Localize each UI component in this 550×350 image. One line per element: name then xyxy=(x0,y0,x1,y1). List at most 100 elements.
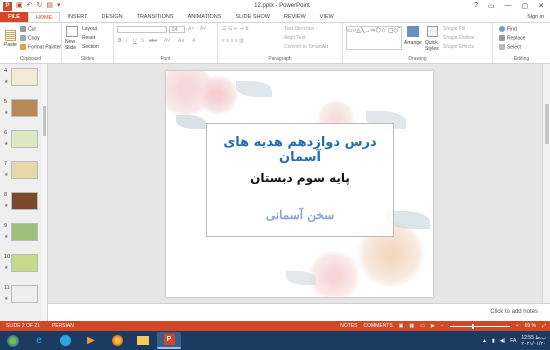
replace-button[interactable]: Replace xyxy=(499,35,525,41)
thumbnail-slide-7[interactable]: 7 ★ xyxy=(2,161,46,189)
layout-button[interactable]: Layout xyxy=(82,26,97,32)
zoom-level[interactable]: 69 % xyxy=(525,323,536,329)
slide-title[interactable]: درس دوازدهم هدیه های آسمان xyxy=(207,135,393,165)
tab-view[interactable]: VIEW xyxy=(313,12,341,22)
new-slide-label-2[interactable]: Slide xyxy=(65,45,76,51)
italic-button[interactable]: I xyxy=(126,38,127,44)
tab-animations[interactable]: ANIMATIONS xyxy=(181,12,229,22)
select-button[interactable]: Select xyxy=(499,44,521,50)
find-button[interactable]: Find xyxy=(499,26,517,32)
maximize-icon[interactable]: ▢ xyxy=(522,2,529,10)
shapes-gallery[interactable]: ▭○△╲→⇨⬡☆ ▢◇⌒{ }⇧⬠▱ ⇩✦☁♡⌂⊕ xyxy=(346,26,402,50)
network-icon[interactable]: ▮ xyxy=(492,338,495,344)
taskbar-telegram[interactable] xyxy=(53,332,77,349)
new-slide-icon[interactable] xyxy=(66,26,78,37)
close-icon[interactable]: ✕ xyxy=(538,2,544,10)
shape-effects-button[interactable]: Shape Effects xyxy=(443,44,474,50)
bold-button[interactable]: B xyxy=(118,38,122,44)
tab-design[interactable]: DESIGN xyxy=(95,12,130,22)
redo-icon[interactable]: ↻ xyxy=(37,1,43,11)
tab-insert[interactable]: INSERT xyxy=(60,12,94,22)
tab-transitions[interactable]: TRANSITIONS xyxy=(130,12,181,22)
thumbnail-slide-11[interactable]: 11 ★ xyxy=(2,285,46,313)
slideshow-icon[interactable]: ▶ xyxy=(431,323,435,329)
tab-file[interactable]: FILE xyxy=(0,12,28,22)
text-direction-button[interactable]: Text Direction xyxy=(284,26,314,32)
taskbar-browser[interactable]: e xyxy=(27,332,51,349)
reset-button[interactable]: Reset xyxy=(82,35,95,41)
arrange-button[interactable]: Arrange xyxy=(404,40,422,46)
font-size-input[interactable]: 24 xyxy=(169,26,185,33)
shape-fill-button[interactable]: Shape Fill xyxy=(443,26,465,32)
minimize-icon[interactable]: — xyxy=(505,2,512,10)
current-slide[interactable]: درس دوازدهم هدیه های آسمان پایه سوم دبست… xyxy=(166,71,433,297)
thumbnail-slide-10[interactable]: 10 ★ xyxy=(2,254,46,282)
undo-icon[interactable]: ↶ xyxy=(27,1,33,11)
quick-styles-icon[interactable] xyxy=(427,26,438,37)
grow-font-icon[interactable]: A˄ xyxy=(188,26,194,32)
zoom-slider[interactable] xyxy=(449,323,510,329)
slide-sorter-icon[interactable]: ▦ xyxy=(409,323,414,329)
tray-expand-icon[interactable]: ▲ xyxy=(482,338,487,344)
align-text-button[interactable]: Align Text xyxy=(284,35,306,41)
character-spacing-button[interactable]: AV xyxy=(164,38,170,44)
help-icon[interactable]: ? xyxy=(474,2,478,10)
save-icon[interactable]: ▣ xyxy=(16,1,23,11)
scrollbar-thumb[interactable] xyxy=(545,104,549,144)
notes-placeholder[interactable]: Click to add notes xyxy=(490,309,538,315)
customize-qat-icon[interactable]: ▾ xyxy=(57,1,61,11)
zoom-out-icon[interactable]: − xyxy=(441,323,444,329)
tab-slide-show[interactable]: SLIDE SHOW xyxy=(228,12,277,22)
alignment-icons[interactable]: ≡ ≡ ≡ ≡ ▥ xyxy=(222,38,244,44)
language-indicator[interactable]: PERSIAN xyxy=(46,323,80,329)
taskbar-explorer[interactable] xyxy=(131,332,155,349)
thumbnail-slide-9[interactable]: 9 ★ xyxy=(2,223,46,251)
tab-review[interactable]: REVIEW xyxy=(277,12,313,22)
taskbar-media-player[interactable]: ▶ xyxy=(79,332,103,349)
thumbnail-scrollbar[interactable] xyxy=(42,64,47,321)
tab-home[interactable]: HOME xyxy=(27,12,61,22)
strikethrough-button[interactable]: abc xyxy=(149,38,157,44)
paste-button[interactable]: Paste xyxy=(4,42,17,48)
thumbnail-slide-8[interactable]: 8 ★ xyxy=(2,192,46,220)
notes-pane[interactable]: Click to add notes xyxy=(48,303,550,321)
arrange-icon[interactable] xyxy=(407,26,419,37)
section-button[interactable]: Section xyxy=(82,44,99,50)
keyboard-language[interactable]: FA xyxy=(510,338,516,344)
scrollbar-thumb[interactable] xyxy=(43,106,46,136)
paste-icon[interactable]: ▤ xyxy=(4,26,17,43)
reading-view-icon[interactable]: ▭ xyxy=(420,323,425,329)
change-case-button[interactable]: Aa xyxy=(178,38,184,44)
slide-subtitle[interactable]: پایه سوم دبستان xyxy=(207,171,393,185)
ribbon-display-options-icon[interactable]: ▭ xyxy=(488,2,495,10)
copy-button[interactable]: Copy xyxy=(20,35,40,41)
shrink-font-icon[interactable]: A˅ xyxy=(200,26,206,32)
slideshow-from-start-icon[interactable]: ▤ xyxy=(46,1,53,11)
cut-button[interactable]: Cut xyxy=(20,26,36,32)
convert-to-smartart-button[interactable]: Convert to SmartArt xyxy=(284,44,328,50)
zoom-in-icon[interactable]: + xyxy=(516,323,519,329)
taskbar-powerpoint[interactable]: P xyxy=(157,332,181,349)
font-color-button[interactable]: A xyxy=(192,38,195,44)
start-button[interactable] xyxy=(1,332,25,349)
clock[interactable]: 12:55 ب.ظ ۲۰۲۱/۰۱/۲۰ xyxy=(521,335,546,347)
slide-brand-text[interactable]: سخن آسمانی xyxy=(207,208,393,222)
underline-button[interactable]: U xyxy=(133,38,137,44)
editor-scrollbar[interactable] xyxy=(542,64,550,303)
fit-to-window-icon[interactable]: ⤢ xyxy=(542,323,546,329)
font-name-input[interactable] xyxy=(117,26,167,33)
normal-view-icon[interactable]: ▣ xyxy=(399,323,404,329)
thumbnail-slide-4[interactable]: 4 ★ xyxy=(2,68,46,96)
thumbnail-slide-6[interactable]: 6 ★ xyxy=(2,130,46,158)
format-painter-button[interactable]: Format Painter xyxy=(20,44,61,50)
notes-toggle[interactable]: NOTES xyxy=(340,323,357,329)
volume-icon[interactable]: ◀) xyxy=(500,338,506,344)
shadow-button[interactable]: S xyxy=(141,38,144,44)
thumbnail-slide-5[interactable]: 5 ★ xyxy=(2,99,46,127)
bullets-icon[interactable]: ☰ ☰ ⇤ ⇥ ⇅ xyxy=(222,26,249,32)
sign-in-link[interactable]: Sign in xyxy=(527,12,550,22)
taskbar-firefox[interactable] xyxy=(105,332,129,349)
quick-styles-label-2[interactable]: Styles xyxy=(425,46,439,52)
shape-outline-button[interactable]: Shape Outline xyxy=(443,35,475,41)
comments-toggle[interactable]: COMMENTS xyxy=(364,323,393,329)
